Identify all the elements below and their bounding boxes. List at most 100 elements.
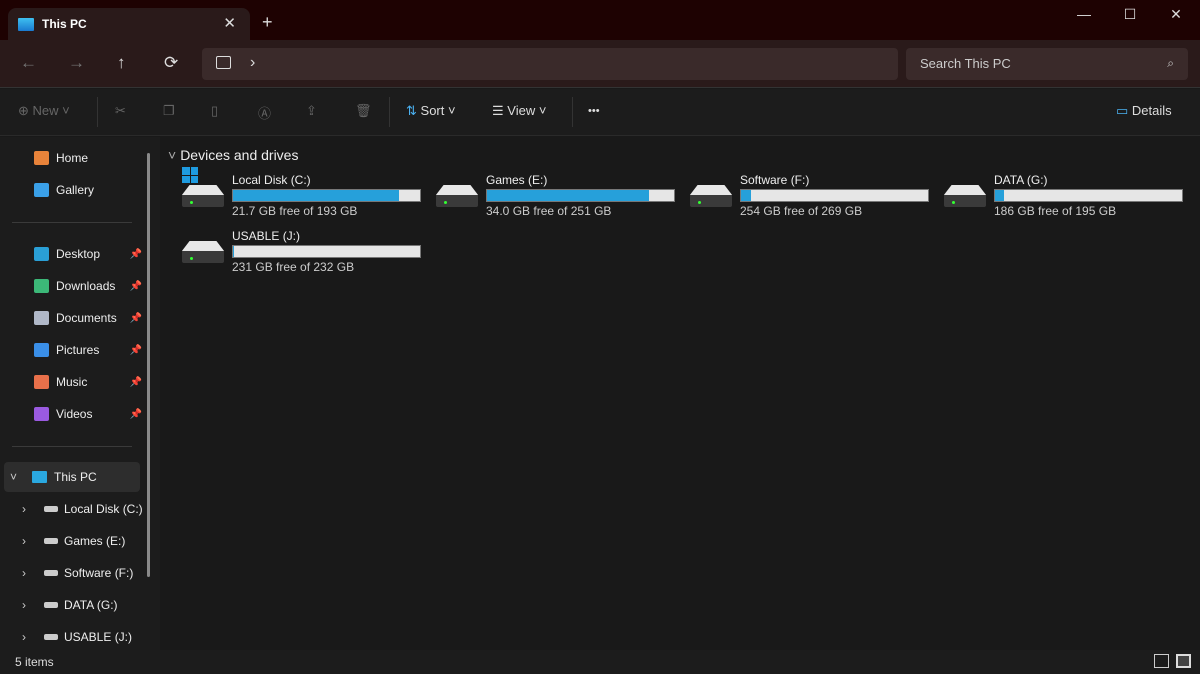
gallery-icon <box>34 183 49 197</box>
drive-usage-bar <box>232 245 421 258</box>
drive-tile[interactable]: Games (E:) 34.0 GB free of 251 GB <box>434 173 684 221</box>
label: Software (F:) <box>64 566 134 580</box>
sidebar-item-documents[interactable]: Documents 📌 <box>34 305 142 331</box>
forward-button[interactable]: → <box>68 53 85 73</box>
up-button[interactable]: ↑ <box>117 53 126 73</box>
sidebar-item-drive[interactable]: › Software (F:) <box>22 560 133 586</box>
drive-free-space: 231 GB free of 232 GB <box>232 260 355 274</box>
drive-tile[interactable]: USABLE (J:) 231 GB free of 232 GB <box>180 229 430 277</box>
pin-icon[interactable]: 📌 <box>130 281 142 292</box>
label: Gallery <box>56 183 95 197</box>
minimize-button[interactable]: — <box>1061 6 1107 22</box>
drive-icon <box>44 506 58 512</box>
rename-icon[interactable]: Ⓐ <box>258 103 271 122</box>
new-button[interactable]: ⊕ New ˅ <box>18 103 70 119</box>
pin-icon[interactable]: 📌 <box>130 249 142 260</box>
details-label: Details <box>1131 103 1172 118</box>
address-bar[interactable]: › <box>202 48 898 80</box>
copy-icon[interactable]: ❐ <box>163 103 175 119</box>
sidebar-item-pictures[interactable]: Pictures 📌 <box>34 337 142 363</box>
close-tab-icon[interactable]: ✕ <box>223 14 236 32</box>
videos-icon <box>34 407 49 421</box>
drive-name: DATA (G:) <box>994 173 1048 187</box>
group-title: Devices and drives <box>180 147 299 163</box>
drive-usage-bar <box>994 189 1183 202</box>
documents-icon <box>34 311 49 325</box>
view-button[interactable]: ☰ View ˅ <box>492 103 546 119</box>
more-options-button[interactable]: ••• <box>588 105 600 117</box>
search-input[interactable]: Search This PC ⌕ <box>906 48 1188 80</box>
tab-this-pc[interactable]: This PC ✕ <box>8 8 250 40</box>
sidebar-item-desktop[interactable]: Desktop 📌 <box>34 241 142 267</box>
cut-icon[interactable]: ✂ <box>115 103 126 119</box>
sidebar-item-drive[interactable]: › Games (E:) <box>22 528 125 554</box>
drive-free-space: 254 GB free of 269 GB <box>740 204 863 218</box>
title-bar: This PC ✕ + — ☐ ✕ <box>0 0 1200 40</box>
label: Pictures <box>56 343 100 357</box>
label: Games (E:) <box>64 534 126 548</box>
new-tab-button[interactable]: + <box>262 12 273 33</box>
drive-usage-bar <box>486 189 675 202</box>
label: Desktop <box>56 247 101 261</box>
drive-icon <box>44 634 58 640</box>
drive-name: Games (E:) <box>486 173 548 187</box>
sidebar-item-drive[interactable]: › Local Disk (C:) <box>22 496 143 522</box>
sidebar-item-videos[interactable]: Videos 📌 <box>34 401 142 427</box>
chevron-right-icon[interactable]: › <box>22 630 44 644</box>
drive-usage-fill <box>487 190 649 201</box>
breadcrumb-chevron-icon[interactable]: › <box>250 54 255 72</box>
hard-drive-icon <box>690 185 732 207</box>
chevron-right-icon[interactable]: › <box>22 566 44 580</box>
hard-drive-icon <box>182 241 224 263</box>
windows-logo-icon <box>182 167 198 183</box>
details-pane-icon: ▭ <box>1116 103 1129 118</box>
sort-button[interactable]: ⇅ Sort ˅ <box>406 103 456 119</box>
chevron-right-icon[interactable]: › <box>22 534 44 548</box>
drive-icon <box>44 570 58 576</box>
sidebar-item-drive[interactable]: › DATA (G:) <box>22 592 118 618</box>
sort-icon: ⇅ <box>406 103 417 118</box>
share-icon[interactable]: ⇪ <box>306 103 317 119</box>
drive-tile[interactable]: DATA (G:) 186 GB free of 195 GB <box>942 173 1192 221</box>
pin-icon[interactable]: 📌 <box>130 345 142 356</box>
label: Music <box>56 375 88 389</box>
sidebar-item-this-pc-label[interactable]: ˅ This PC <box>10 464 97 490</box>
paste-icon[interactable]: ▯ <box>211 103 218 119</box>
drive-usage-bar <box>232 189 421 202</box>
pictures-icon <box>34 343 49 357</box>
search-icon: ⌕ <box>1167 56 1174 70</box>
pin-icon[interactable]: 📌 <box>130 377 142 388</box>
sidebar-item-music[interactable]: Music 📌 <box>34 369 142 395</box>
delete-icon[interactable]: 🗑 <box>355 103 372 119</box>
drive-tile[interactable]: Software (F:) 254 GB free of 269 GB <box>688 173 938 221</box>
back-button[interactable]: ← <box>20 53 37 73</box>
plus-circle-icon: ⊕ <box>18 103 29 118</box>
drive-usage-fill <box>995 190 1004 201</box>
details-view-icon[interactable] <box>1154 654 1169 668</box>
drive-tile[interactable]: Local Disk (C:) 21.7 GB free of 193 GB <box>180 167 430 221</box>
pin-icon[interactable]: 📌 <box>130 313 142 324</box>
sidebar-item-downloads[interactable]: Downloads 📌 <box>34 273 142 299</box>
group-header-devices[interactable]: ˅ Devices and drives <box>168 147 298 163</box>
chevron-right-icon[interactable]: › <box>22 502 44 516</box>
sidebar-item-gallery[interactable]: Gallery <box>34 177 142 203</box>
close-window-button[interactable]: ✕ <box>1153 6 1199 23</box>
hard-drive-icon <box>182 185 224 207</box>
search-placeholder: Search This PC <box>920 56 1011 71</box>
sort-label: Sort <box>420 103 445 118</box>
sidebar-item-home[interactable]: Home <box>34 145 142 171</box>
maximize-button[interactable]: ☐ <box>1107 6 1153 23</box>
details-button[interactable]: ▭ Details <box>1116 103 1172 119</box>
sidebar-scrollbar[interactable] <box>147 153 150 577</box>
drive-icon <box>44 538 58 544</box>
pin-icon[interactable]: 📌 <box>130 409 142 420</box>
chevron-right-icon[interactable]: › <box>22 598 44 612</box>
sidebar-item-drive[interactable]: › USABLE (J:) <box>22 624 132 650</box>
tiles-view-icon[interactable] <box>1176 654 1191 668</box>
refresh-button[interactable]: ⟳ <box>164 53 178 73</box>
view-label: View <box>507 103 536 118</box>
monitor-icon <box>216 56 231 69</box>
navigation-bar: ← → ↑ ⟳ › Search This PC ⌕ <box>0 40 1200 88</box>
divider <box>389 97 390 127</box>
divider <box>97 97 98 127</box>
